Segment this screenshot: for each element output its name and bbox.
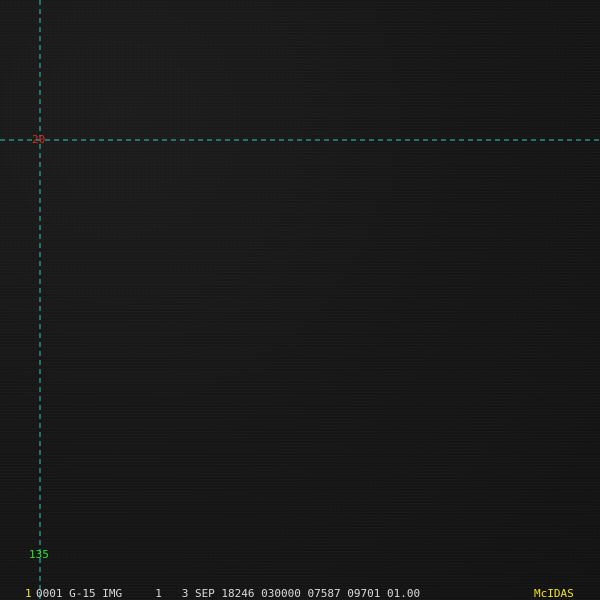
status-text: 0001 G-15 IMG 1 3 SEP 18246 030000 07587… [36,587,421,600]
latitude-label: 20 [32,133,46,146]
frame-number: 1 [25,587,32,600]
longitude-label: 135 [29,548,49,561]
status-bar: 1 0001 G-15 IMG 1 3 SEP 18246 030000 075… [0,587,600,600]
satellite-image-frame: 20 135 1 0001 G-15 IMG 1 3 SEP 18246 030… [0,0,600,600]
lat-lon-grid [0,0,600,600]
brand-label: McIDAS [534,587,574,600]
